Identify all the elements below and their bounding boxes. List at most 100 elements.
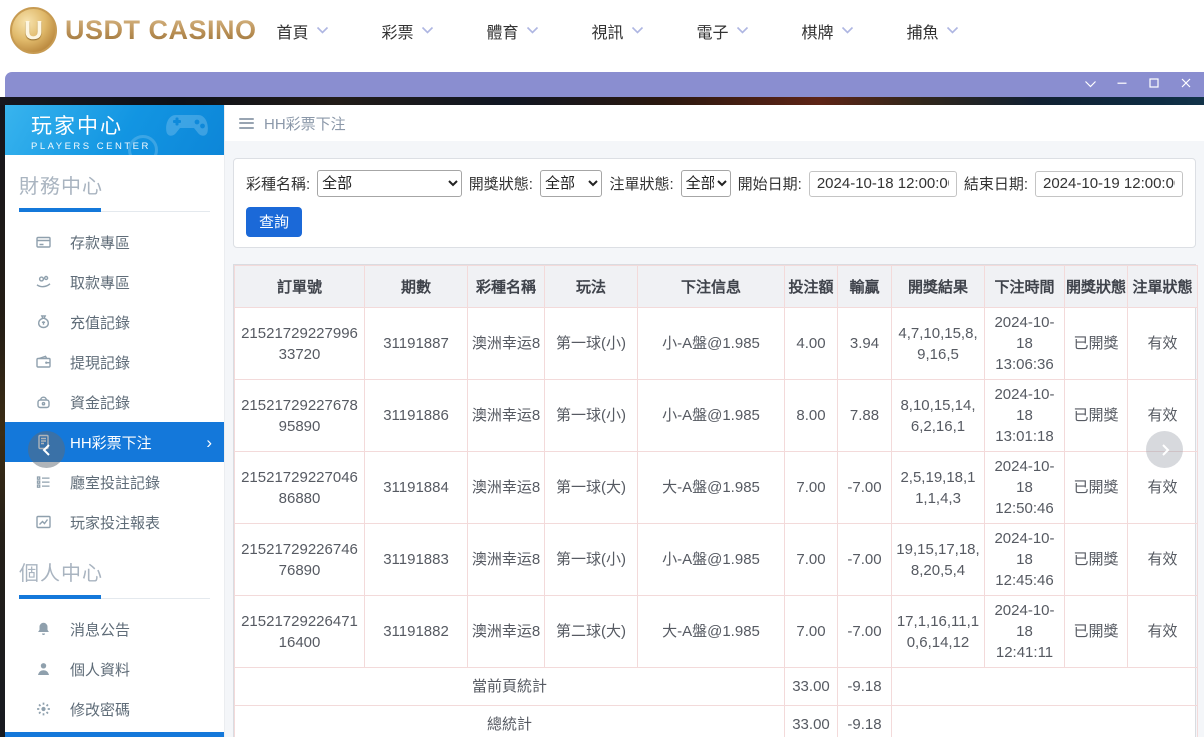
gamepad-icon: [166, 115, 208, 136]
table-cell: 小-A盤@1.985: [637, 379, 785, 452]
table-cell: 已開獎: [1064, 379, 1128, 452]
table-cell: -7.00: [837, 523, 892, 596]
sidebar-item-label: 資金記錄: [70, 394, 131, 412]
nav-item-home[interactable]: 首頁: [250, 19, 355, 43]
table-cell: 澳洲幸运8: [467, 451, 545, 524]
table-cell: 19,15,17,18,8,20,5,4: [891, 523, 985, 596]
end-date-input[interactable]: [1035, 170, 1183, 197]
sidebar: 玩家中心 PLAYERS CENTER 財務中心 存款專區 取款專區 充值記錄 提現記錄…: [5, 105, 225, 737]
end-date-label: 結束日期:: [963, 176, 1028, 193]
table-cell: 2152172922674676890: [234, 523, 365, 596]
column-header: 彩種名稱: [467, 265, 545, 308]
sidebar-item-player-bet-report[interactable]: 玩家投注報表: [5, 502, 224, 542]
column-header: 期數: [364, 265, 468, 308]
window-controls: [1083, 78, 1204, 92]
bets-table: 訂單號 期數 彩種名稱 玩法 下注信息 投注額 輸贏 開獎結果 下注時間 開獎狀態 注單狀態 2152…: [234, 265, 1198, 737]
table-cell: -7.00: [837, 595, 892, 668]
sidebar-item-label: 修改密碼: [70, 701, 131, 719]
sidebar-item-label: 廳室投註記錄: [70, 474, 161, 492]
nav-item-label: 電子: [696, 25, 729, 42]
collapse-sidebar-button[interactable]: [28, 431, 65, 468]
sidebar-item-deposit-zone[interactable]: 存款專區: [5, 222, 224, 262]
table-cell: 8,10,15,14,6,2,16,1: [891, 379, 985, 452]
table-cell: 7.00: [784, 451, 838, 524]
table-row: 2152172922647116400 31191882 澳洲幸运8 第二球(大) 大-…: [234, 595, 1198, 668]
sidebar-item-funds-record[interactable]: 資金記錄: [5, 382, 224, 422]
sidebar-item-recharge-record[interactable]: 充值記錄: [5, 302, 224, 342]
nav-item-sports[interactable]: 體育: [460, 19, 565, 43]
purse-icon: [35, 394, 53, 410]
close-button[interactable]: [1179, 78, 1193, 92]
column-header: 開獎結果: [891, 265, 985, 308]
minimize-button[interactable]: [1115, 78, 1129, 92]
sidebar-item-withdraw-record[interactable]: 提現記錄: [5, 342, 224, 382]
site-header: U USDT CASINO 首頁 彩票 體育 視訊 電子 棋牌 捕魚: [0, 0, 1204, 62]
table-cell: 大-A盤@1.985: [637, 451, 785, 524]
draw-status-select[interactable]: 全部: [539, 170, 603, 197]
column-header: 輸贏: [837, 265, 892, 308]
sidebar-item-announcements[interactable]: 消息公告: [5, 609, 224, 649]
nav-item-label: 彩票: [381, 25, 414, 42]
menu-icon[interactable]: [239, 117, 254, 129]
sidebar-item-label: 個人資料: [70, 661, 131, 679]
table-cell: 已開獎: [1064, 451, 1128, 524]
maximize-button[interactable]: [1147, 78, 1161, 92]
list-icon: [35, 474, 53, 490]
gear-icon: [35, 701, 53, 717]
search-button[interactable]: 查詢: [246, 207, 303, 237]
chevron-down-icon: [946, 22, 959, 40]
sidebar-item-label: 提現記錄: [70, 354, 131, 372]
summary-winloss-total: -9.18: [837, 705, 892, 737]
table-cell: 澳洲幸运8: [467, 379, 545, 452]
table-cell: 第一球(小): [544, 379, 638, 452]
main-nav: 首頁 彩票 體育 視訊 電子 棋牌 捕魚: [250, 0, 985, 62]
summary-label: 總統計: [234, 705, 785, 737]
chevron-down-icon: [526, 22, 539, 40]
nav-item-chess-cards[interactable]: 棋牌: [775, 19, 880, 43]
filter-panel: 彩種名稱: 全部 開獎狀態: 全部 注單狀態: 全部 開始日期: 結束日期: 查…: [233, 158, 1196, 248]
table-cell: 4,7,10,15,8,9,16,5: [891, 307, 985, 380]
order-status-select[interactable]: 全部: [680, 170, 731, 197]
nav-item-lottery[interactable]: 彩票: [355, 19, 460, 43]
sidebar-item-withdraw-zone[interactable]: 取款專區: [5, 262, 224, 302]
summary-row: 總統計 33.00 -9.18: [234, 705, 1198, 737]
table-cell: 有效: [1127, 595, 1198, 668]
expand-panel-button[interactable]: [1146, 431, 1183, 468]
nav-item-label: 捕魚: [906, 25, 939, 42]
table-cell: 2024-10-18 13:01:18: [984, 379, 1065, 452]
usdt-coin-icon: U: [10, 7, 57, 54]
sidebar-item-room-bet-record[interactable]: 廳室投註記錄: [5, 462, 224, 502]
sidebar-item-profile[interactable]: 個人資料: [5, 649, 224, 689]
sidebar-item-change-password[interactable]: 修改密碼: [5, 689, 224, 729]
chevron-down-icon: [736, 22, 749, 40]
table-cell: 3.94: [837, 307, 892, 380]
maximize-icon: [1148, 77, 1160, 92]
dropdown-button[interactable]: [1083, 78, 1097, 92]
chevron-down-icon: [316, 22, 329, 40]
table-cell: 31191882: [364, 595, 468, 668]
table-row: 2152172922704686880 31191884 澳洲幸运8 第一球(大) 大-…: [234, 451, 1198, 524]
column-header: 下注時間: [984, 265, 1065, 308]
section-underline: [19, 208, 210, 212]
start-date-input[interactable]: [808, 170, 957, 197]
sidebar-subtitle: PLAYERS CENTER: [31, 141, 151, 152]
section-underline: [19, 595, 210, 599]
table-cell: 第一球(小): [544, 523, 638, 596]
column-header: 開獎狀態: [1064, 265, 1128, 308]
nav-item-slots[interactable]: 電子: [670, 19, 775, 43]
lottery-name-select[interactable]: 全部: [317, 170, 462, 197]
nav-item-fishing[interactable]: 捕魚: [880, 19, 985, 43]
table-cell: 第一球(小): [544, 307, 638, 380]
summary-bet-total: 33.00: [784, 705, 838, 737]
table-cell: 已開獎: [1064, 307, 1128, 380]
background-image-strip: [0, 97, 1204, 105]
nav-item-live-video[interactable]: 視訊: [565, 19, 670, 43]
bets-table-wrap: 訂單號 期數 彩種名稱 玩法 下注信息 投注額 輸贏 開獎結果 下注時間 開獎狀態 注單狀態 2152…: [233, 264, 1198, 737]
logo[interactable]: U USDT CASINO: [10, 7, 257, 54]
minimize-icon: [1116, 77, 1128, 92]
table-row: 2152172922767895890 31191886 澳洲幸运8 第一球(小) 小-…: [234, 379, 1198, 452]
table-header-row: 訂單號 期數 彩種名稱 玩法 下注信息 投注額 輸贏 開獎結果 下注時間 開獎狀態 注單狀態: [234, 265, 1198, 308]
summary-winloss-total: -9.18: [837, 667, 892, 706]
table-cell: 小-A盤@1.985: [637, 307, 785, 380]
column-header: 訂單號: [234, 265, 365, 308]
